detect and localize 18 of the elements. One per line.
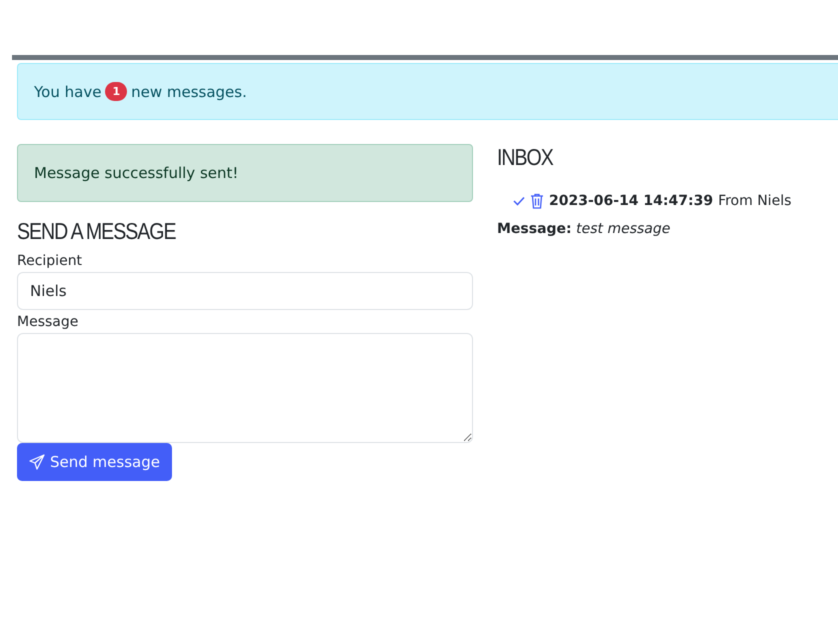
recipient-field[interactable]: Niels: [17, 272, 473, 310]
field-label: Message: [17, 314, 80, 330]
field-label: Recipient: [17, 253, 84, 269]
success-alert: Message successfully sent!: [17, 144, 473, 202]
message-body: test message: [576, 221, 670, 237]
message-label: Message:: [497, 221, 572, 237]
section-title: INBOX: [497, 144, 553, 171]
message-field[interactable]: [17, 333, 473, 443]
send-button[interactable]: Send message: [17, 443, 172, 481]
notification-text: You have: [34, 82, 102, 100]
trash-icon[interactable]: [530, 193, 544, 209]
message-timestamp: 2023-06-14 14:47:39: [549, 192, 714, 211]
message-sender: From Niels: [718, 192, 792, 211]
send-icon: [29, 454, 45, 470]
checkmark-icon[interactable]: [513, 196, 525, 206]
notification-text: new messages.: [131, 82, 247, 100]
section-title: SEND A MESSAGE: [17, 218, 176, 245]
message-count: 1: [105, 82, 128, 101]
